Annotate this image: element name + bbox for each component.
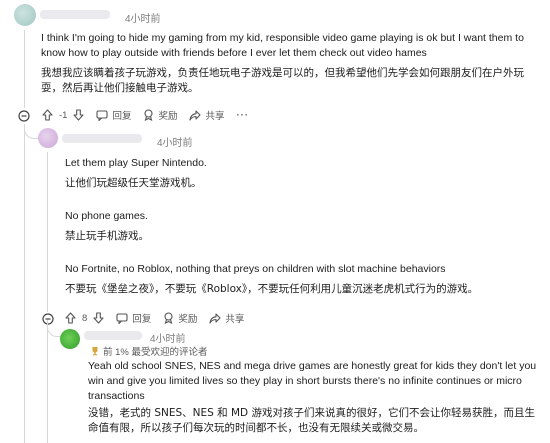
comment-body-zh: 没错，老式的 SNES、NES 和 MD 游戏对孩子们来说真的很好，它们不会让你… bbox=[88, 407, 535, 434]
username-redacted[interactable] bbox=[62, 134, 142, 143]
comment-timestamp: 4小时前 bbox=[150, 334, 186, 345]
upvote-icon[interactable] bbox=[42, 109, 53, 121]
thread-connector bbox=[24, 124, 39, 139]
comment-paragraph-zh: 让他们玩超级任天堂游戏机。 bbox=[65, 177, 202, 189]
comment-paragraph-en: No Fortnite, no Roblox, nothing that pre… bbox=[65, 263, 446, 275]
comment-paragraph-zh: 禁止玩手机游戏。 bbox=[65, 230, 149, 242]
share-icon bbox=[189, 109, 202, 121]
comment-paragraph-en: No phone games. bbox=[65, 210, 148, 222]
award-label: 奖励 bbox=[178, 314, 198, 325]
share-button[interactable]: 共享 bbox=[189, 108, 225, 122]
badge-label: 前 1% 最受欢迎的评论者 bbox=[103, 347, 208, 358]
reply-button[interactable]: 回复 bbox=[116, 311, 151, 325]
username-redacted[interactable] bbox=[84, 331, 142, 340]
reply-button[interactable]: 回复 bbox=[96, 108, 131, 122]
award-icon bbox=[164, 312, 173, 324]
share-button[interactable]: 共享 bbox=[209, 311, 244, 325]
reply-label: 回复 bbox=[132, 314, 152, 325]
avatar[interactable] bbox=[38, 128, 58, 148]
comment-body-en: I think I'm going to hide my gaming from… bbox=[41, 32, 524, 59]
vote-score: 8 bbox=[82, 312, 88, 324]
share-label: 共享 bbox=[205, 111, 225, 122]
vote-score: -1 bbox=[59, 109, 68, 121]
comment-actions: -1 回复 奖励 共享 ··· bbox=[42, 108, 261, 122]
upvote-icon[interactable] bbox=[65, 312, 76, 324]
comment-body-zh: 我想我应该瞒着孩子玩游戏，负责任地玩电子游戏是可以的，但我希望他们先学会如何跟朋… bbox=[41, 67, 524, 94]
share-label: 共享 bbox=[225, 314, 245, 325]
award-button[interactable]: 奖励 bbox=[163, 311, 197, 325]
thread-line[interactable] bbox=[47, 326, 48, 443]
thread-line[interactable] bbox=[47, 152, 48, 312]
share-icon bbox=[209, 312, 221, 324]
avatar[interactable] bbox=[14, 4, 36, 26]
reply-icon bbox=[96, 109, 109, 121]
reply-icon bbox=[116, 312, 128, 324]
award-button[interactable]: 奖励 bbox=[143, 108, 177, 122]
username-redacted[interactable] bbox=[40, 10, 110, 19]
thread-line[interactable] bbox=[24, 124, 25, 443]
avatar[interactable] bbox=[60, 329, 80, 349]
comment-timestamp: 4小时前 bbox=[125, 14, 161, 25]
downvote-icon[interactable] bbox=[93, 312, 104, 324]
more-options-button[interactable]: ··· bbox=[237, 110, 250, 121]
top-commenter-badge: 前 1% 最受欢迎的评论者 bbox=[90, 344, 208, 358]
comment-body-en: Yeah old school SNES, NES and mega drive… bbox=[88, 360, 537, 402]
thread-line[interactable] bbox=[24, 30, 25, 108]
comment-paragraph-zh: 不要玩《堡垒之夜》，不要玩《Roblox》，不要玩任何利用儿童沉迷老虎机式行为的… bbox=[65, 283, 479, 295]
downvote-icon[interactable] bbox=[73, 109, 85, 121]
award-label: 奖励 bbox=[158, 111, 178, 122]
comment-timestamp: 4小时前 bbox=[157, 138, 193, 149]
upvote-button[interactable]: -1 bbox=[42, 109, 85, 121]
comment-paragraph-en: Let them play Super Nintendo. bbox=[65, 157, 207, 169]
award-icon bbox=[144, 109, 154, 121]
trophy-icon bbox=[92, 347, 98, 356]
reply-label: 回复 bbox=[112, 111, 132, 122]
comment-actions: 8 回复 奖励 共享 bbox=[65, 311, 256, 325]
upvote-button[interactable]: 8 bbox=[65, 312, 104, 324]
